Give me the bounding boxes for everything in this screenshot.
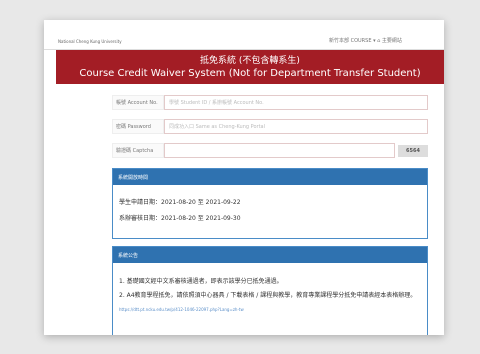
notice-panel: 系統公告 1. 基礎國文經中文系審核通過者，即表示該學分已抵免通過。 2. A4…	[112, 246, 428, 335]
account-row: 帳號 Account No. 學號 Student ID / 系辦帳號 Acco…	[112, 95, 428, 110]
notice-item: 1. 基礎國文經中文系審核通過者，即表示該學分已抵免通過。	[119, 278, 283, 285]
banner-title-en: Course Credit Waiver System (Not for Dep…	[79, 68, 421, 79]
logo-text: National Cheng Kung University	[58, 38, 122, 44]
password-label: 密碼 Password	[112, 119, 164, 134]
login-form: 帳號 Account No. 學號 Student ID / 系辦帳號 Acco…	[112, 95, 428, 167]
banner-title-zh: 抵免系統 (不包含轉系生)	[200, 56, 300, 66]
user-menu[interactable]: 新竹本部 COURSE ▾ ⌂ 主要網站	[329, 37, 402, 44]
captcha-row: 驗證碼 Captcha 6564	[112, 143, 428, 158]
captcha-label: 驗證碼 Captcha	[112, 143, 164, 158]
system-banner: 抵免系統 (不包含轉系生) Course Credit Waiver Syste…	[56, 50, 444, 84]
student-application-period: 學生申請日期：2021-08-20 至 2021-09-22	[119, 199, 241, 206]
account-input[interactable]: 學號 Student ID / 系辦帳號 Account No.	[164, 95, 428, 110]
schedule-panel-title: 系統開放時間	[113, 169, 427, 185]
password-row: 密碼 Password 同成功入口 Same as Cheng-Kung Por…	[112, 119, 428, 134]
notice-panel-title: 系統公告	[113, 247, 427, 263]
top-bar: National Cheng Kung University 新竹本部 COUR…	[44, 20, 444, 50]
captcha-image[interactable]: 6564	[398, 144, 428, 157]
captcha-input[interactable]	[164, 143, 395, 158]
notice-item: 2. A4教育學程抵免，請依照須中心器具 / 下載表格 / 課程與教學，教育專業…	[119, 292, 417, 299]
notice-link[interactable]: https://dtt.pt.ncku.edu.tw/p/412-1046-22…	[119, 305, 421, 314]
password-input[interactable]: 同成功入口 Same as Cheng-Kung Portal	[164, 119, 428, 134]
department-review-period: 系辦審核日期：2021-08-20 至 2021-09-30	[119, 215, 241, 222]
university-logo[interactable]: National Cheng Kung University	[56, 37, 122, 45]
account-label: 帳號 Account No.	[112, 95, 164, 110]
browser-page: National Cheng Kung University 新竹本部 COUR…	[44, 20, 444, 335]
schedule-panel: 系統開放時間 學生申請日期：2021-08-20 至 2021-09-22 系辦…	[112, 168, 428, 239]
